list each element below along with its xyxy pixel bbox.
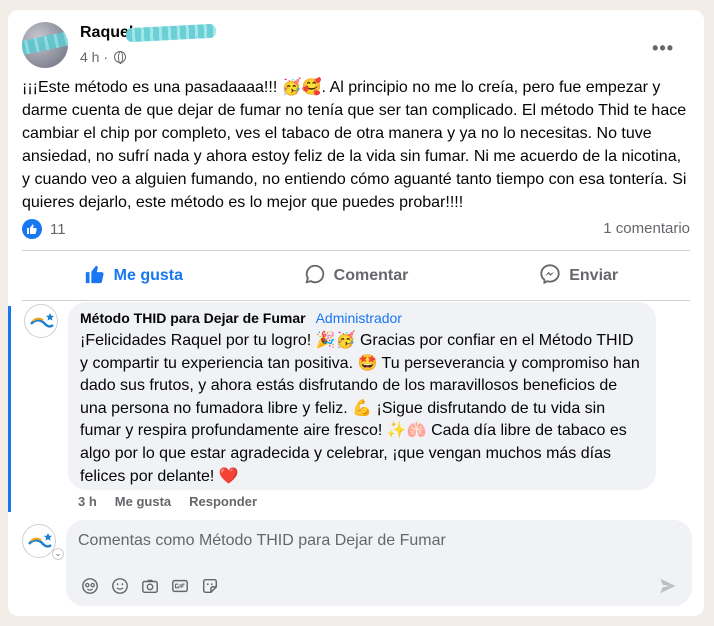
divider bbox=[22, 300, 690, 301]
comment-reply-link[interactable]: Responder bbox=[189, 494, 257, 509]
avatar-sticker-icon[interactable] bbox=[80, 576, 100, 596]
post-card: Raquel 4 h · ••• ¡¡¡Este método es una p… bbox=[8, 10, 704, 616]
post-meta: 4 h · bbox=[80, 49, 127, 65]
comment-label: Comentar bbox=[333, 267, 409, 284]
divider bbox=[22, 250, 690, 251]
send-label: Enviar bbox=[569, 267, 619, 284]
author-avatar[interactable] bbox=[22, 22, 68, 68]
comment-header: Método THID para Dejar de Fumar Administ… bbox=[80, 310, 644, 326]
comment-input-placeholder: Comentas como Método THID para Dejar de … bbox=[78, 532, 446, 549]
send-comment-icon[interactable] bbox=[658, 576, 678, 601]
comment-text: ¡Felicidades Raquel por tu logro! 🎉🥳 Gra… bbox=[80, 332, 640, 485]
like-label: Me gusta bbox=[113, 267, 183, 284]
emoji-icon[interactable] bbox=[110, 576, 130, 596]
post-time[interactable]: 4 h · bbox=[80, 49, 108, 65]
comment-button[interactable]: Comentar bbox=[245, 254, 468, 298]
redaction-scribble bbox=[125, 23, 217, 43]
composer-tools bbox=[80, 576, 220, 596]
page-avatar[interactable] bbox=[24, 304, 58, 338]
messenger-icon bbox=[539, 263, 561, 290]
like-reaction-icon bbox=[22, 219, 42, 239]
comment-time[interactable]: 3 h bbox=[78, 494, 97, 509]
reaction-count: 11 bbox=[50, 220, 66, 238]
comment-count[interactable]: 1 comentario bbox=[603, 220, 690, 237]
comment-like-link[interactable]: Me gusta bbox=[115, 494, 171, 509]
comment-input[interactable]: Comentas como Método THID para Dejar de … bbox=[66, 520, 692, 606]
send-button[interactable]: Enviar bbox=[467, 254, 690, 298]
like-button[interactable]: Me gusta bbox=[22, 254, 245, 298]
camera-icon[interactable] bbox=[140, 576, 160, 596]
post-actions: Me gusta Comentar Enviar bbox=[22, 254, 690, 298]
commenter-avatar[interactable] bbox=[22, 524, 56, 558]
comment-bubble: Método THID para Dejar de Fumar Administ… bbox=[68, 302, 656, 490]
more-options-icon[interactable]: ••• bbox=[652, 38, 674, 59]
post-body: ¡¡¡Este método es una pasadaaaa!!! 🥳🥰. A… bbox=[22, 79, 687, 211]
highlight-bar bbox=[8, 306, 11, 512]
comment-meta: 3 h Me gusta Responder bbox=[78, 494, 257, 509]
gif-icon[interactable] bbox=[170, 576, 190, 596]
admin-badge: Administrador bbox=[315, 310, 402, 326]
chevron-down-icon[interactable]: ⌄ bbox=[52, 548, 64, 560]
thumbs-up-icon bbox=[84, 263, 106, 290]
comment-author[interactable]: Método THID para Dejar de Fumar bbox=[80, 310, 306, 326]
sticker-icon[interactable] bbox=[200, 576, 220, 596]
globe-icon bbox=[114, 51, 127, 64]
comment-bubble-icon bbox=[304, 263, 326, 290]
post-header: Raquel 4 h · ••• bbox=[22, 22, 682, 70]
reactions-summary[interactable]: 11 bbox=[22, 219, 66, 239]
